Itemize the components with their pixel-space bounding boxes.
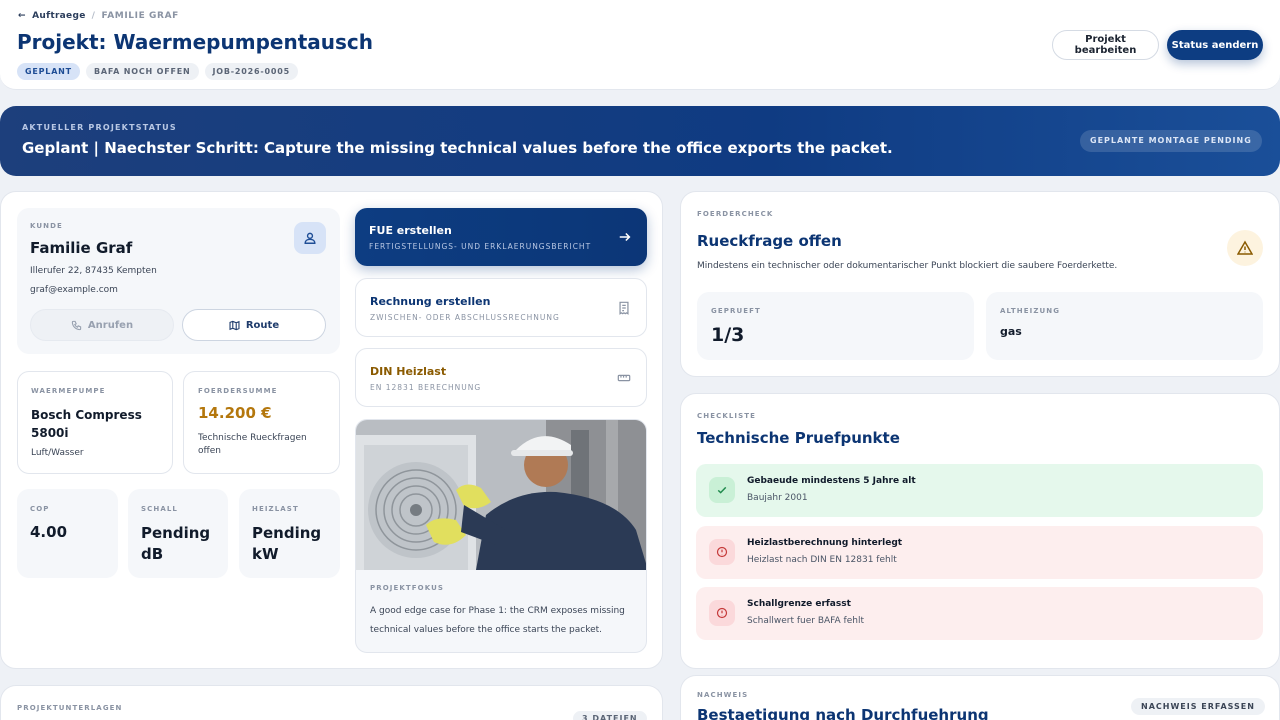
funding-amount: 14.200 € (198, 404, 272, 422)
project-documents-card: PROJEKTUNTERLAGEN 3 DATEIEN (0, 685, 663, 720)
change-status-button[interactable]: Status aendern (1167, 30, 1263, 60)
status-chips: GEPLANT BAFA NOCH OFFEN JOB-2026-0005 (17, 63, 298, 80)
foerdercheck-title: Rueckfrage offen (697, 232, 842, 250)
evidence-label: NACHWEIS (697, 691, 749, 699)
checklist-item-title: Schallgrenze erfasst (747, 599, 851, 609)
route-button[interactable]: Route (182, 309, 326, 341)
map-icon (229, 320, 240, 330)
back-arrow-icon[interactable]: ← (18, 11, 26, 21)
heatpump-model: Bosch Compress 5800i (31, 408, 142, 440)
create-invoice-button[interactable]: Rechnung erstellen ZWISCHEN- ODER ABSCHL… (355, 278, 647, 337)
project-focus-text: A good edge case for Phase 1: the CRM ex… (370, 606, 625, 635)
checklist-item: Schallgrenze erfasst Schallwert fuer BAF… (696, 587, 1263, 640)
create-invoice-title: Rechnung erstellen (370, 295, 491, 308)
metric-heatload-label: HEIZLAST (252, 505, 299, 513)
call-button-label: Anrufen (87, 319, 134, 331)
metric-heatload-card: HEIZLAST Pending kW (239, 489, 340, 578)
checklist-item-title: Gebaeude mindestens 5 Jahre alt (747, 476, 916, 486)
warning-icon (1227, 230, 1263, 266)
metric-sound-card: SCHALL Pending dB (128, 489, 228, 578)
din-heatload-subtitle: EN 12831 BERECHNUNG (370, 383, 482, 392)
checklist-item-detail: Schallwert fuer BAFA fehlt (747, 616, 864, 626)
old-heating-label: ALTHEIZUNG (1000, 307, 1061, 315)
ruler-icon (616, 370, 632, 386)
status-chip-job-id: JOB-2026-0005 (204, 63, 298, 80)
customer-label: KUNDE (30, 222, 63, 230)
breadcrumb-parent-link[interactable]: Auftraege (32, 11, 85, 21)
metric-heatload-value: Pending kW (252, 524, 322, 563)
route-button-label: Route (245, 319, 280, 331)
checklist-item: Gebaeude mindestens 5 Jahre alt Baujahr … (696, 464, 1263, 517)
evidence-title: Bestaetigung nach Durchfuehrung (697, 706, 989, 720)
project-focus-card: PROJEKTFOKUS A good edge case for Phase … (355, 419, 647, 653)
breadcrumb-separator: / (91, 11, 96, 21)
din-heatload-button[interactable]: DIN Heizlast EN 12831 BERECHNUNG (355, 348, 647, 407)
create-fue-button[interactable]: FUE erstellen FERTIGSTELLUNGS- UND ERKLA… (355, 208, 647, 266)
checklist-item-detail: Heizlast nach DIN EN 12831 fehlt (747, 555, 897, 565)
customer-address: Illerufer 22, 87435 Kempten (30, 266, 157, 276)
funding-note: Technische Rueckfragen offen (198, 433, 307, 456)
old-heating-tile: ALTHEIZUNG gas (986, 292, 1263, 360)
page-header: ← Auftraege / FAMILIE GRAF Projekt: Waer… (0, 0, 1280, 90)
alert-circle-icon (709, 600, 735, 626)
technician-photo (356, 420, 646, 570)
create-fue-title: FUE erstellen (369, 224, 452, 237)
status-chip-bafa: BAFA NOCH OFFEN (85, 63, 199, 80)
receipt-icon (616, 300, 632, 316)
breadcrumb-current: FAMILIE GRAF (101, 11, 179, 21)
foerdercheck-label: FOERDERCHECK (697, 210, 774, 218)
banner-label: AKTUELLER PROJEKTSTATUS (22, 123, 177, 132)
check-icon (709, 477, 735, 503)
checklist-item: Heizlastberechnung hinterlegt Heizlast n… (696, 526, 1263, 579)
funding-card: FOERDERSUMME 14.200 € Technische Rueckfr… (183, 371, 340, 474)
checked-count-label: GEPRUEFT (711, 307, 761, 315)
metric-sound-value: Pending dB (141, 524, 211, 563)
create-fue-subtitle: FERTIGSTELLUNGS- UND ERKLAERUNGSBERICHT (369, 242, 592, 251)
heatpump-card: WAERMEPUMPE Bosch Compress 5800i Luft/Wa… (17, 371, 173, 474)
metric-sound-label: SCHALL (141, 505, 178, 513)
metric-cop-label: COP (30, 505, 50, 513)
customer-email: graf@example.com (30, 285, 118, 295)
heatpump-label: WAERMEPUMPE (31, 387, 106, 395)
foerdercheck-text: Mindestens ein technischer oder dokument… (697, 261, 1118, 271)
page-title: Projekt: Waermepumpentausch (17, 30, 373, 54)
checked-count-tile: GEPRUEFT 1/3 (697, 292, 974, 360)
old-heating-value: gas (1000, 325, 1022, 338)
evidence-card: NACHWEIS Bestaetigung nach Durchfuehrung… (680, 675, 1280, 720)
project-documents-label: PROJEKTUNTERLAGEN (17, 704, 123, 712)
phone-icon (71, 320, 82, 330)
checked-count-value: 1/3 (711, 324, 745, 346)
customer-card: KUNDE Familie Graf Illerufer 22, 87435 K… (17, 208, 340, 354)
checklist-item-title: Heizlastberechnung hinterlegt (747, 538, 903, 548)
checklist-label: CHECKLISTE (697, 412, 757, 420)
banner-text: Geplant | Naechster Schritt: Capture the… (22, 139, 893, 157)
status-chip-planned: GEPLANT (17, 63, 80, 80)
foerdercheck-card: FOERDERCHECK Rueckfrage offen Mindestens… (680, 191, 1280, 377)
customer-name: Familie Graf (30, 239, 133, 257)
arrow-right-icon (617, 229, 633, 245)
metric-cop-value: 4.00 (30, 523, 68, 541)
documents-count-badge: 3 DATEIEN (573, 711, 647, 720)
call-button[interactable]: Anrufen (30, 309, 174, 341)
checklist-title: Technische Pruefpunkte (697, 429, 900, 447)
banner-status-pill: GEPLANTE MONTAGE PENDING (1080, 130, 1262, 152)
breadcrumb: ← Auftraege / FAMILIE GRAF (18, 11, 179, 21)
edit-project-button[interactable]: Projekt bearbeiten (1052, 30, 1159, 60)
project-status-banner: AKTUELLER PROJEKTSTATUS Geplant | Naechs… (0, 106, 1280, 176)
heatpump-type: Luft/Wasser (31, 448, 84, 458)
din-heatload-title: DIN Heizlast (370, 365, 447, 378)
alert-circle-icon (709, 539, 735, 565)
metric-cop-card: COP 4.00 (17, 489, 118, 578)
create-invoice-subtitle: ZWISCHEN- ODER ABSCHLUSSRECHNUNG (370, 313, 560, 322)
capture-evidence-button[interactable]: NACHWEIS ERFASSEN (1131, 698, 1265, 715)
project-focus-label: PROJEKTFOKUS (370, 584, 445, 592)
funding-label: FOERDERSUMME (198, 387, 278, 395)
user-icon[interactable] (294, 222, 326, 254)
checklist-item-detail: Baujahr 2001 (747, 493, 808, 503)
